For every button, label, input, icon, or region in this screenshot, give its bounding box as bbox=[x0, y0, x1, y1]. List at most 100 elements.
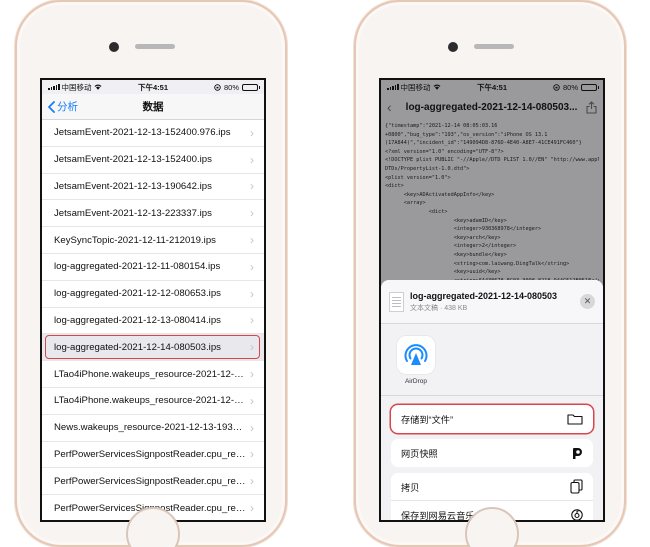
document-icon bbox=[389, 291, 404, 312]
file-name: LTao4iPhone.wakeups_resource-2021-12-13.… bbox=[54, 395, 246, 407]
action-label: 存储到“文件” bbox=[401, 415, 454, 425]
chevron-right-icon: › bbox=[250, 125, 254, 140]
file-name: JetsamEvent-2021-12-13-223337.ips bbox=[54, 207, 212, 219]
share-sheet-header: log-aggregated-2021-12-14-080503 文本文稿 · … bbox=[381, 280, 603, 324]
list-item[interactable]: log-aggregated-2021-12-11-080154.ips › bbox=[42, 254, 264, 281]
log-line: <key>uuid</key> bbox=[385, 269, 501, 276]
save-to-files-action[interactable]: 存储到“文件” bbox=[391, 405, 593, 433]
file-list: JetsamEvent-2021-12-13-152400.976.ips › J… bbox=[42, 120, 264, 520]
log-line: <key>bundle</key> bbox=[385, 251, 507, 258]
back-label: 分析 bbox=[57, 101, 78, 113]
file-name: News.wakeups_resource-2021-12-13-19331..… bbox=[54, 422, 246, 434]
shared-file-meta: 文本文稿 · 438 KB bbox=[410, 304, 468, 312]
file-name: log-aggregated-2021-12-12-080653.ips bbox=[54, 288, 221, 300]
file-name: log-aggregated-2021-12-11-080154.ips bbox=[54, 261, 221, 273]
status-bar: 中国移动 下午4:51 80% bbox=[42, 80, 264, 94]
chevron-right-icon: › bbox=[250, 501, 254, 516]
file-name: KeySyncTopic-2021-12-11-212019.ips bbox=[54, 234, 216, 246]
file-name: JetsamEvent-2021-12-13-152400.976.ips bbox=[54, 127, 231, 139]
close-icon: ✕ bbox=[583, 296, 592, 306]
file-name: LTao4iPhone.wakeups_resource-2021-12-09.… bbox=[54, 368, 246, 380]
log-line: <key>ADActivatedAppInfo</key> bbox=[385, 191, 495, 198]
log-line: +0800","bug_type":"193","os_version":"iP… bbox=[385, 131, 548, 138]
log-content: {"timestamp":"2021-12-14 08:05:03.16 +080… bbox=[385, 122, 599, 287]
chevron-right-icon: › bbox=[250, 474, 254, 489]
log-line: {"timestamp":"2021-12-14 08:05:03.16 bbox=[385, 123, 498, 129]
back-button[interactable]: 分析 bbox=[48, 99, 78, 114]
list-item[interactable]: LTao4iPhone.wakeups_resource-2021-12-09.… bbox=[42, 361, 264, 388]
airdrop-button[interactable]: AirDrop bbox=[391, 336, 441, 385]
file-name: JetsamEvent-2021-12-13-190642.ips bbox=[54, 180, 212, 192]
list-item[interactable]: log-aggregated-2021-12-13-080414.ips › bbox=[42, 308, 264, 335]
chevron-right-icon: › bbox=[250, 447, 254, 462]
chevron-right-icon: › bbox=[250, 340, 254, 355]
close-button[interactable]: ✕ bbox=[580, 294, 595, 309]
netease-music-icon bbox=[571, 509, 583, 520]
copy-icon bbox=[570, 479, 583, 494]
log-line: (17A844)","incident_id":"149094D8-876D-4… bbox=[385, 140, 582, 147]
list-item-selected[interactable]: log-aggregated-2021-12-14-080503.ips › bbox=[42, 334, 264, 362]
log-line: <dict> bbox=[385, 208, 448, 215]
log-line: <key>arch</key> bbox=[385, 234, 501, 241]
list-item[interactable]: JetsamEvent-2021-12-13-152400.976.ips › bbox=[42, 120, 264, 147]
action-label: 网页快照 bbox=[401, 449, 438, 459]
chevron-right-icon: › bbox=[250, 259, 254, 274]
chevron-right-icon: › bbox=[250, 313, 254, 328]
chevron-right-icon: › bbox=[250, 393, 254, 408]
signal-icon bbox=[48, 84, 60, 90]
list-item[interactable]: News.wakeups_resource-2021-12-13-19331..… bbox=[42, 415, 264, 442]
log-line: <dict> bbox=[385, 183, 404, 190]
chevron-right-icon: › bbox=[250, 206, 254, 221]
earpiece-speaker bbox=[474, 44, 514, 49]
front-camera bbox=[448, 42, 458, 52]
airdrop-icon bbox=[397, 336, 435, 374]
phone-frame-left: 中国移动 下午4:51 80% 分析 数据 JetsamEvent-2021-1… bbox=[15, 0, 287, 547]
list-item[interactable]: JetsamEvent-2021-12-13-223337.ips › bbox=[42, 200, 264, 228]
battery-icon bbox=[242, 83, 260, 91]
file-name: log-aggregated-2021-12-13-080414.ips bbox=[54, 314, 221, 326]
chevron-right-icon: › bbox=[250, 420, 254, 435]
battery-percent: 80% bbox=[223, 82, 239, 92]
airdrop-label: AirDrop bbox=[404, 378, 428, 385]
screen-right: 中国移动 下午4:51 80% ‹ log-aggregated-2021-12… bbox=[379, 78, 605, 522]
log-line: <string>com.laiwang.DingTalk</string> bbox=[385, 260, 570, 267]
orientation-lock-icon bbox=[214, 83, 221, 91]
phone-frame-right: 中国移动 下午4:51 80% ‹ log-aggregated-2021-12… bbox=[354, 0, 626, 547]
earpiece-speaker bbox=[135, 44, 175, 49]
list-item[interactable]: KeySyncTopic-2021-12-11-212019.ips › bbox=[42, 227, 264, 254]
share-actions: 存储到“文件” 网页快照 拷贝 保存到网易云音乐 bbox=[391, 405, 593, 520]
divider bbox=[381, 395, 603, 396]
status-time: 下午4:51 bbox=[476, 82, 507, 92]
front-camera bbox=[109, 42, 119, 52]
preview-title: log-aggregated-2021-12-14-080503... bbox=[405, 101, 578, 113]
log-line: <integer>930368978</integer> bbox=[385, 226, 542, 233]
chevron-right-icon: › bbox=[250, 286, 254, 301]
web-snapshot-icon bbox=[573, 447, 582, 459]
list-item[interactable]: JetsamEvent-2021-12-13-152400.ips › bbox=[42, 147, 264, 174]
screen-left: 中国移动 下午4:51 80% 分析 数据 JetsamEvent-2021-1… bbox=[40, 78, 266, 522]
chevron-left-icon[interactable]: ‹ bbox=[387, 99, 392, 115]
log-line: <!DOCTYPE plist PUBLIC "-//Apple//DTD PL… bbox=[385, 157, 599, 164]
battery-icon bbox=[581, 83, 599, 91]
share-icon[interactable] bbox=[586, 100, 597, 114]
signal-icon bbox=[387, 84, 399, 90]
status-time: 下午4:51 bbox=[137, 82, 168, 92]
file-preview: ‹ log-aggregated-2021-12-14-080503... {"… bbox=[381, 94, 603, 289]
orientation-lock-icon bbox=[553, 83, 560, 91]
list-item[interactable]: LTao4iPhone.wakeups_resource-2021-12-13.… bbox=[42, 388, 264, 415]
shared-file-name: log-aggregated-2021-12-14-080503 bbox=[410, 290, 558, 301]
battery-percent: 80% bbox=[562, 82, 578, 92]
file-name: JetsamEvent-2021-12-13-152400.ips bbox=[54, 154, 212, 166]
list-item[interactable]: PerfPowerServicesSignpostReader.cpu_reso… bbox=[42, 442, 264, 469]
list-item[interactable]: log-aggregated-2021-12-12-080653.ips › bbox=[42, 281, 264, 308]
web-snapshot-action[interactable]: 网页快照 bbox=[391, 439, 593, 467]
share-sheet: log-aggregated-2021-12-14-080503 文本文稿 · … bbox=[381, 280, 603, 520]
list-item[interactable]: JetsamEvent-2021-12-13-190642.ips › bbox=[42, 174, 264, 201]
copy-action[interactable]: 拷贝 bbox=[391, 473, 593, 501]
preview-nav-bar: ‹ log-aggregated-2021-12-14-080503... bbox=[381, 94, 603, 120]
file-name: log-aggregated-2021-12-14-080503.ips bbox=[54, 341, 221, 353]
file-name: PerfPowerServicesSignpostReader.cpu_reso… bbox=[54, 475, 246, 487]
list-item[interactable]: PerfPowerServicesSignpostReader.cpu_reso… bbox=[42, 468, 264, 496]
chevron-left-icon bbox=[48, 100, 55, 113]
carrier-label: 中国移动 bbox=[400, 82, 431, 92]
